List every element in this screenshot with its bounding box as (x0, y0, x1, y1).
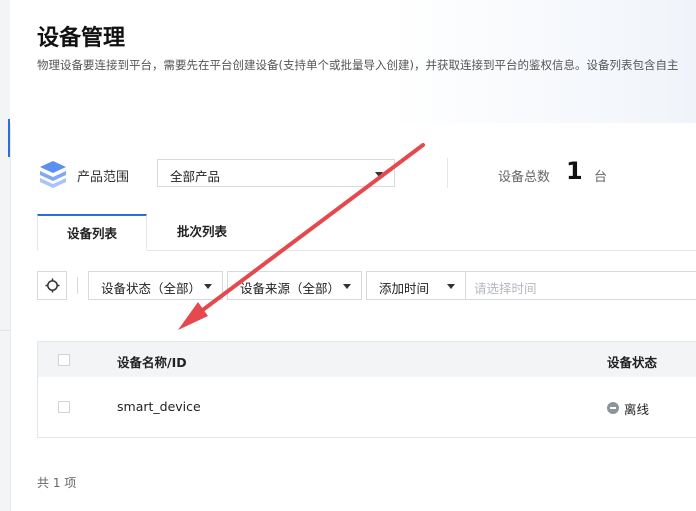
table-header: 设备名称/ID 设备状态 (38, 341, 696, 377)
offline-status-icon (607, 402, 619, 414)
date-range-placeholder: 请选择时间 (474, 281, 537, 296)
settings-button[interactable] (37, 271, 67, 300)
time-filter-dropdown[interactable]: 添加时间 (366, 271, 466, 300)
status-filter-dropdown[interactable]: 设备状态（全部） (88, 271, 223, 300)
chevron-down-icon (204, 284, 212, 289)
nav-divider (0, 330, 10, 331)
device-total-unit: 台 (594, 170, 608, 185)
source-filter-label: 设备来源（全部） (240, 281, 341, 296)
chevron-down-icon (447, 284, 455, 289)
column-header-status: 设备状态 (607, 355, 658, 370)
filter-divider (77, 277, 78, 294)
tab-device-list[interactable]: 设备列表 (37, 214, 147, 251)
gear-icon (45, 278, 60, 293)
chevron-down-icon (343, 284, 351, 289)
device-status-text: 离线 (624, 402, 650, 417)
product-scope-value: 全部产品 (170, 169, 221, 184)
product-scope-select[interactable]: 全部产品 (157, 159, 395, 187)
device-name-link[interactable]: smart_device (117, 399, 201, 414)
date-range-input[interactable]: 请选择时间 (465, 271, 696, 300)
select-all-checkbox[interactable] (58, 354, 70, 366)
device-total-label: 设备总数 (498, 170, 551, 185)
column-header-name: 设备名称/ID (117, 355, 187, 370)
pagination-total: 共 1 项 (37, 476, 77, 490)
status-filter-label: 设备状态（全部） (101, 281, 202, 296)
page-title: 设备管理 (37, 26, 126, 51)
device-total-count: 1 (566, 157, 583, 185)
page-description: 物理设备要连接到平台，需要先在平台创建设备(支持单个或批量导入创建)，并获取连接… (37, 58, 679, 72)
source-filter-dropdown[interactable]: 设备来源（全部） (227, 271, 362, 300)
device-table: 设备名称/ID 设备状态 smart_device 离线 (37, 341, 696, 438)
table-row: smart_device 离线 (38, 377, 696, 437)
time-filter-label: 添加时间 (379, 281, 430, 296)
chevron-down-icon (375, 172, 383, 177)
tab-batch-list[interactable]: 批次列表 (150, 214, 254, 251)
product-scope-label: 产品范围 (77, 170, 130, 185)
cube-stack-icon (40, 161, 66, 188)
nav-active-indicator (8, 119, 10, 157)
summary-divider (447, 158, 448, 188)
row-checkbox[interactable] (58, 401, 70, 413)
